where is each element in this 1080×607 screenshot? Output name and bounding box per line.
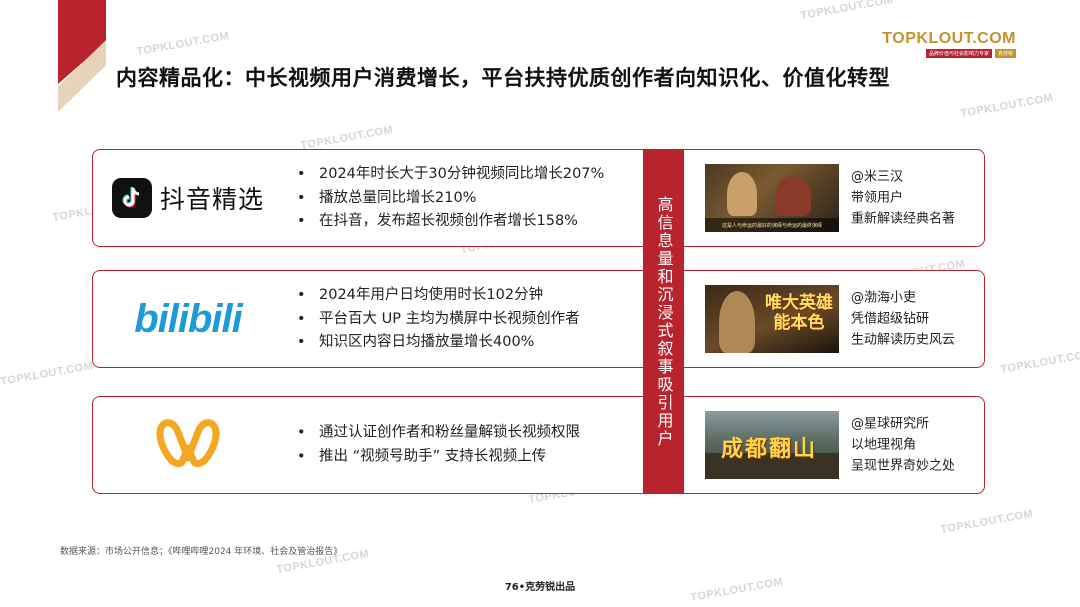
thumbnail-caption: 这是人与命运的最好的演绎与命运的最终演绎: [705, 218, 839, 232]
platform-card-wechat-channels: 通过认证创作者和粉丝量解锁长视频权限 推出 “视频号助手” 支持长视频上传 成都…: [92, 396, 985, 494]
creator-description: @星球研究所 以地理视角 呈现世界奇妙之处: [851, 414, 955, 477]
description-line: 生动解读历史风云: [851, 332, 956, 348]
description-line: 凭借超级钻研: [851, 311, 930, 327]
watermark: TOPKLOUT.COM: [939, 507, 1035, 537]
thumbnail-title: 唯大英雄 能本色: [765, 293, 833, 333]
brand-name: TOPKLOUT.COM: [882, 30, 1016, 47]
creator-description: @米三汉 带领用户 重新解读经典名著: [851, 167, 955, 230]
watermark: TOPKLOUT.COM: [799, 0, 895, 23]
list-item: 知识区内容日均播放量增长400%: [293, 331, 580, 355]
video-thumbnail: 这是人与命运的最好的演绎与命运的最终演绎: [705, 164, 839, 232]
data-source-note: 数据来源：市场公开信息；《哔哩哔哩2024 年环境、社会及管治报告》: [60, 547, 343, 557]
page-footer: 76•克劳锐出品: [504, 582, 576, 593]
list-item: 在抖音，发布超长视频创作者增长158%: [293, 210, 604, 234]
brand-cn-name: 克劳锐: [994, 49, 1016, 58]
douyin-icon: [111, 178, 152, 218]
brand-logo: TOPKLOUT.COM 品牌价值与社会影响力专家 克劳锐: [882, 30, 1016, 58]
description-line: 呈现世界奇妙之处: [851, 458, 956, 474]
douyin-logo: 抖音精选: [93, 150, 283, 246]
bullet-list: 通过认证创作者和粉丝量解锁长视频权限 推出 “视频号助手” 支持长视频上传: [293, 422, 580, 469]
list-item: 2024年时长大于30分钟视频同比增长207%: [293, 163, 604, 187]
list-item: 通过认证创作者和粉丝量解锁长视频权限: [293, 422, 580, 446]
creator-handle: @米三汉: [851, 169, 904, 185]
video-thumbnail: 成都翻山: [705, 411, 839, 479]
list-item: 2024年用户日均使用时长102分钟: [293, 284, 580, 308]
platform-card-bilibili: bilibili 2024年用户日均使用时长102分钟 平台百大 UP 主均为横…: [92, 270, 985, 368]
list-item: 播放总量同比增长210%: [293, 186, 604, 210]
thumbnail-title: 成都翻山: [721, 437, 818, 462]
watermark: TOPKLOUT.COM: [299, 123, 395, 153]
center-label: 高信息量和沉浸式叙事吸引用户: [654, 195, 674, 448]
creator-handle: @渤海小吏: [851, 290, 917, 306]
watermark: TOPKLOUT.COM: [135, 29, 231, 59]
center-label-bar: 高信息量和沉浸式叙事吸引用户: [643, 149, 684, 494]
description-line: 重新解读经典名著: [851, 211, 956, 227]
bilibili-logo: bilibili: [93, 271, 283, 367]
bilibili-logo-text: bilibili: [134, 296, 243, 341]
watermark: TOPKLOUT.COM: [999, 347, 1080, 377]
page-title: 内容精品化：中长视频用户消费增长，平台扶持优质创作者向知识化、价值化转型: [116, 66, 890, 90]
watermark: TOPKLOUT.COM: [0, 359, 95, 389]
wechat-channels-logo: [93, 397, 283, 493]
creator-description: @渤海小吏 凭借超级钻研 生动解读历史风云: [851, 288, 955, 351]
wechat-channels-icon: [156, 419, 220, 468]
video-thumbnail: 唯大英雄 能本色: [705, 285, 839, 353]
list-item: 推出 “视频号助手” 支持长视频上传: [293, 445, 580, 469]
watermark: TOPKLOUT.COM: [959, 91, 1055, 121]
bullet-list: 2024年时长大于30分钟视频同比增长207% 播放总量同比增长210% 在抖音…: [293, 163, 604, 234]
bullet-list: 2024年用户日均使用时长102分钟 平台百大 UP 主均为横屏中长视频创作者 …: [293, 284, 580, 355]
douyin-logo-text: 抖音精选: [159, 185, 264, 214]
creator-handle: @星球研究所: [851, 416, 930, 432]
description-line: 以地理视角: [851, 437, 917, 453]
brand-tagline: 品牌价值与社会影响力专家: [925, 49, 992, 58]
list-item: 平台百大 UP 主均为横屏中长视频创作者: [293, 307, 580, 331]
platform-card-douyin: 抖音精选 2024年时长大于30分钟视频同比增长207% 播放总量同比增长210…: [92, 149, 985, 247]
description-line: 带领用户: [851, 190, 904, 206]
